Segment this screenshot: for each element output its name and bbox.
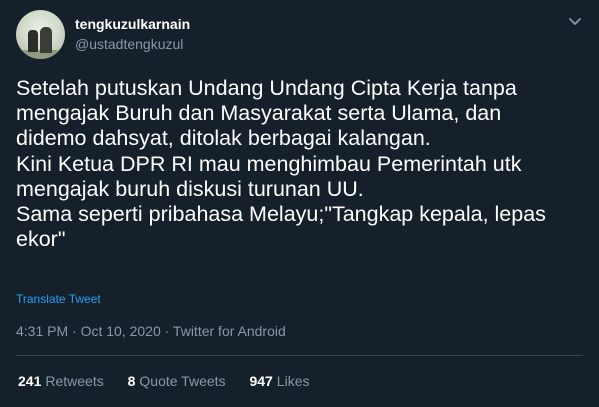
display-name[interactable]: tengkuzulkarnain (75, 15, 190, 33)
tweet-header: tengkuzulkarnain @ustadtengkuzul (16, 10, 583, 62)
likes-stat[interactable]: 947 Likes (249, 373, 309, 389)
quote-tweets-stat[interactable]: 8 Quote Tweets (128, 373, 226, 389)
user-handle[interactable]: @ustadtengkuzul (75, 35, 190, 53)
avatar-figure (40, 27, 52, 53)
retweets-stat[interactable]: 241 Retweets (18, 373, 104, 389)
retweets-count: 241 (18, 373, 42, 389)
tweet-timestamp[interactable]: 4:31 PM · Oct 10, 2020 · Twitter for And… (16, 323, 286, 339)
tweet-text: Setelah putuskan Undang Undang Cipta Ker… (16, 76, 546, 252)
likes-count: 947 (249, 373, 273, 389)
likes-label: Likes (276, 373, 310, 389)
avatar[interactable] (16, 10, 65, 59)
divider (16, 355, 583, 356)
retweets-label: Retweets (45, 373, 104, 389)
tweet-stats: 241 Retweets 8 Quote Tweets 947 Likes (18, 373, 329, 389)
quote-tweets-label: Quote Tweets (139, 373, 226, 389)
translate-tweet-link[interactable]: Translate Tweet (16, 292, 101, 306)
avatar-figure (28, 30, 38, 52)
chevron-down-icon[interactable] (567, 16, 583, 28)
quote-tweets-count: 8 (127, 373, 136, 389)
user-names: tengkuzulkarnain @ustadtengkuzul (75, 15, 190, 53)
